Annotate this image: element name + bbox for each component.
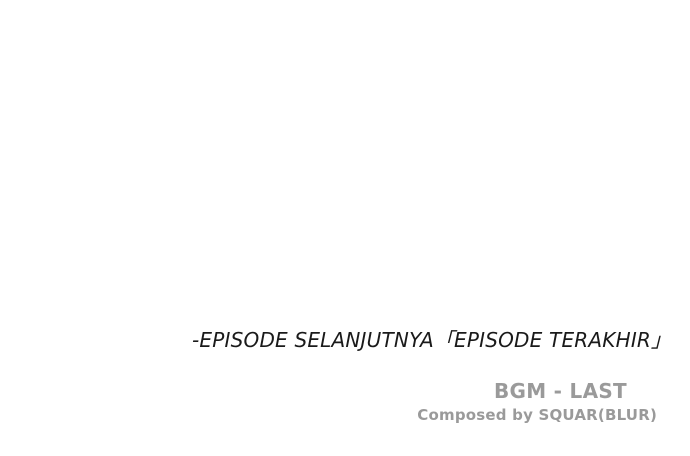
next-episode-caption: -EPISODE SELANJUTNYA「EPISODE TERAKHIR」 [192, 328, 672, 352]
bgm-title: BGM - LAST [493, 379, 627, 403]
composer-credit: Composed by SQUAR(BLUR) [417, 406, 657, 424]
comic-panel-end: -EPISODE SELANJUTNYA「EPISODE TERAKHIR」 B… [0, 0, 690, 456]
music-credits: BGM - LAST Composed by SQUAR(BLUR) [357, 378, 657, 426]
